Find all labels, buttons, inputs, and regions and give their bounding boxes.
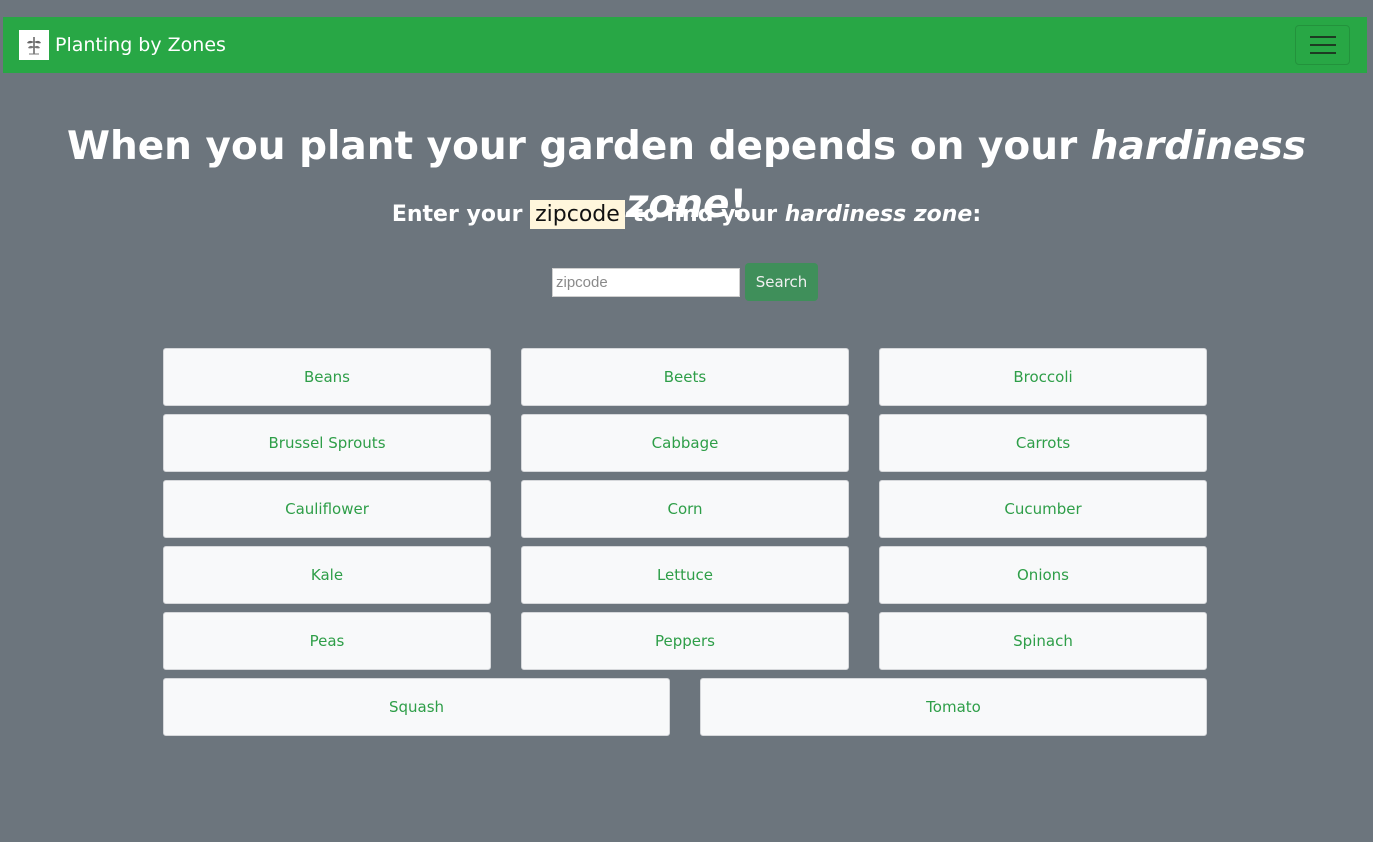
prompt-prefix: Enter your (391, 202, 531, 227)
vegetable-grid: Beans Beets Broccoli Brussel Sprouts Cab… (163, 348, 1207, 744)
brand-title: Planting by Zones (55, 34, 226, 56)
vegetable-button-cauliflower[interactable]: Cauliflower (163, 480, 491, 538)
prompt-suffix: : (972, 202, 982, 227)
search-button[interactable]: Search (745, 263, 818, 301)
vegetable-button-peas[interactable]: Peas (163, 612, 491, 670)
vegetable-button-lettuce[interactable]: Lettuce (521, 546, 849, 604)
zipcode-search-form: Search (552, 263, 818, 301)
hamburger-menu-icon[interactable] (1295, 25, 1350, 65)
vegetable-button-peppers[interactable]: Peppers (521, 612, 849, 670)
zipcode-prompt: Enter your zipcode to find your hardines… (0, 194, 1373, 236)
vegetable-button-tomato[interactable]: Tomato (700, 678, 1207, 736)
vegetable-button-beets[interactable]: Beets (521, 348, 849, 406)
vegetable-button-carrots[interactable]: Carrots (879, 414, 1207, 472)
vegetable-button-corn[interactable]: Corn (521, 480, 849, 538)
zipcode-input[interactable] (552, 267, 740, 297)
vegetable-button-brussel-sprouts[interactable]: Brussel Sprouts (163, 414, 491, 472)
vegetable-button-squash[interactable]: Squash (163, 678, 670, 736)
brand-link[interactable]: Planting by Zones (19, 29, 226, 61)
vegetable-button-spinach[interactable]: Spinach (879, 612, 1207, 670)
vegetable-button-broccoli[interactable]: Broccoli (879, 348, 1207, 406)
prompt-middle: to find your (624, 202, 785, 227)
headline-prefix: When you plant your garden depends on yo… (66, 124, 1091, 169)
vegetable-button-beans[interactable]: Beans (163, 348, 491, 406)
vegetable-row: Brussel Sprouts Cabbage Carrots (163, 414, 1207, 472)
vegetable-row: Peas Peppers Spinach (163, 612, 1207, 670)
vegetable-button-cucumber[interactable]: Cucumber (879, 480, 1207, 538)
vegetable-row: Squash Tomato (163, 678, 1207, 736)
top-navbar: Planting by Zones (3, 17, 1367, 73)
seedling-logo-icon (19, 30, 49, 60)
vegetable-row: Beans Beets Broccoli (163, 348, 1207, 406)
vegetable-row: Kale Lettuce Onions (163, 546, 1207, 604)
prompt-emphasis: hardiness zone (784, 202, 973, 227)
vegetable-button-onions[interactable]: Onions (879, 546, 1207, 604)
vegetable-row: Cauliflower Corn Cucumber (163, 480, 1207, 538)
vegetable-button-kale[interactable]: Kale (163, 546, 491, 604)
vegetable-button-cabbage[interactable]: Cabbage (521, 414, 849, 472)
zipcode-highlight: zipcode (530, 200, 625, 229)
